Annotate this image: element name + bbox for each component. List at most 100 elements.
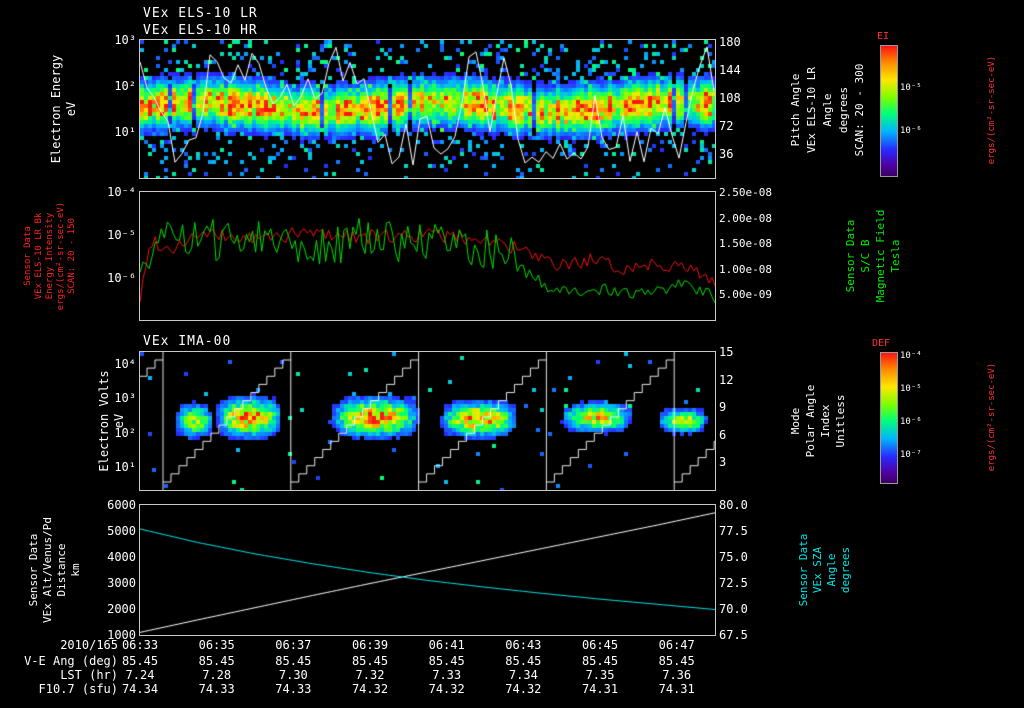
els-panel-frame — [139, 39, 716, 179]
els-left-tick: 10³ — [114, 33, 136, 48]
panel1-title-line1: VEx ELS-10 LR — [143, 6, 258, 21]
table-cell: 7.28 — [202, 668, 232, 682]
alt-left-tick: 6000 — [107, 498, 136, 513]
els-right-axis-label: VEx ELS-10 LR — [805, 66, 818, 154]
panel1-title-line2: VEx ELS-10 HR — [143, 23, 258, 38]
bfield-panel-frame — [139, 191, 716, 321]
def-colorbar — [880, 352, 898, 484]
alt-left-tick: 5000 — [107, 524, 136, 539]
bfield-right-tick: 2.50e-08 — [719, 185, 772, 199]
def-colorbar-unit: ergs/(cm²-sr-sec-eV) — [987, 362, 997, 472]
table-row-label: F10.7 (sfu) — [38, 682, 118, 696]
els-right-axis-label: degrees — [837, 86, 850, 134]
table-cell: 85.45 — [121, 654, 159, 668]
els-left-axis-label: Electron Energy — [49, 54, 63, 164]
ei-colorbar — [880, 45, 898, 177]
time-tick-label: 06:39 — [351, 638, 389, 652]
time-tick-label: 06:45 — [581, 638, 619, 652]
ei-colorbar-unit: ergs/(cm²-sr-sec-eV) — [987, 55, 997, 165]
table-cell: 74.31 — [658, 682, 695, 696]
ima-panel-frame — [139, 351, 716, 491]
alt-left-tick: 3000 — [107, 576, 136, 591]
els-right-tick: 180 — [719, 35, 741, 50]
table-cell: 74.33 — [275, 682, 312, 696]
time-tick-label: 06:43 — [505, 638, 542, 652]
table-cell: 7.36 — [662, 668, 692, 682]
table-cell: 74.32 — [505, 682, 542, 696]
bfield-right-tick: 2.00e-08 — [719, 211, 772, 225]
els-right-tick: 108 — [719, 91, 741, 106]
els-left-tick: 10¹ — [114, 125, 136, 140]
ima-right-tick: 6 — [719, 428, 727, 443]
table-cell: 85.45 — [505, 654, 542, 668]
table-cell: 85.45 — [581, 654, 619, 668]
table-cell: 85.45 — [198, 654, 235, 668]
ima-right-tick: 12 — [719, 373, 734, 388]
bfield-left-axis-label: SCAN: 20 - 150 — [67, 218, 77, 294]
ima-left-axis-label: eV — [112, 413, 126, 429]
ima-left-axis-label: Electron Volts — [97, 370, 111, 472]
tplot-window: VEx ELS-10 LR VEx ELS-10 HR VEx IMA-00 E… — [0, 0, 1024, 708]
bfield-left-axis-label: VEx ELS-10 LR Bk — [34, 212, 44, 300]
els-right-tick: 72 — [719, 119, 734, 134]
time-tick-label: 06:47 — [658, 638, 695, 652]
ei-colorbar-tick: 10⁻⁵ — [900, 83, 922, 93]
table-cell: 7.32 — [355, 668, 385, 682]
table-cell: 74.32 — [351, 682, 389, 696]
bfield-right-tick: 5.00e-09 — [719, 287, 772, 301]
ima-right-axis-label: Index — [819, 404, 832, 438]
sza-right-tick: 67.5 — [719, 628, 748, 643]
bfield-left-axis-label: Sensor Data — [23, 226, 33, 286]
table-cell: 7.35 — [585, 668, 615, 682]
ima-spectrogram-canvas — [140, 352, 715, 490]
sza-right-tick: 72.5 — [719, 576, 748, 591]
table-cell: 85.45 — [658, 654, 695, 668]
table-cell: 7.34 — [508, 668, 538, 682]
table-cell: 74.34 — [121, 682, 159, 696]
def-colorbar-title: DEF — [872, 338, 891, 349]
sza-right-tick: 77.5 — [719, 524, 748, 539]
trajectory-panel-frame — [139, 504, 716, 636]
alt-left-axis-label: Sensor Data — [27, 533, 40, 607]
bfield-right-axis-label: Sensor Data — [844, 219, 857, 293]
table-row-label: V-E Ang (deg) — [24, 654, 118, 668]
time-tick-label: 06:41 — [428, 638, 465, 652]
els-left-tick: 10² — [114, 79, 136, 94]
time-tick-label: 06:35 — [198, 638, 235, 652]
ei-colorbar-tick: 10⁻⁶ — [900, 126, 922, 136]
els-right-axis-label: Angle — [821, 93, 834, 127]
sza-right-axis-label: Sensor Data — [797, 533, 810, 607]
trajectory-lines-canvas — [140, 505, 715, 635]
bfield-right-axis-label: S/C B — [859, 239, 872, 273]
table-cell: 85.45 — [275, 654, 312, 668]
table-cell: 74.33 — [198, 682, 235, 696]
bfield-right-tick: 1.50e-08 — [719, 236, 772, 250]
sza-right-axis-label: Angle — [825, 553, 838, 587]
date-label: 2010/165 — [60, 638, 118, 652]
def-colorbar-tick: 10⁻⁵ — [900, 384, 922, 394]
bfield-left-axis-label: Energy Intensity — [45, 212, 55, 300]
ima-right-axis-label: Unitless — [834, 394, 847, 448]
ima-right-tick: 15 — [719, 345, 734, 360]
alt-left-axis-label: VEx Alt/Venus/Pd — [41, 517, 54, 623]
bfield-left-axis-label: ergs/(cm²-sr-sec-eV) — [56, 201, 66, 311]
table-cell: 74.32 — [428, 682, 465, 696]
sza-right-axis-label: VEx SZA — [811, 546, 824, 594]
bfield-right-axis-label: Magnetic Field — [874, 209, 887, 303]
alt-left-tick: 2000 — [107, 602, 136, 617]
bfield-lines-canvas — [140, 192, 715, 320]
alt-left-axis-label: km — [69, 563, 82, 577]
bfield-left-tick: 10⁻⁴ — [107, 185, 136, 200]
sza-right-axis-label: degrees — [839, 546, 852, 594]
els-spectrogram-canvas — [140, 40, 715, 178]
els-right-tick: 144 — [719, 63, 741, 78]
table-cell: 7.24 — [125, 668, 155, 682]
def-colorbar-tick: 10⁻⁷ — [900, 450, 922, 460]
sza-right-tick: 75.0 — [719, 550, 748, 565]
els-right-axis-label: SCAN: 20 - 300 — [853, 63, 866, 157]
ima-right-tick: 9 — [719, 400, 727, 415]
alt-left-axis-label: Distance — [55, 543, 68, 597]
bfield-right-tick: 1.00e-08 — [719, 262, 772, 276]
alt-left-tick: 4000 — [107, 550, 136, 565]
table-row-label: LST (hr) — [60, 668, 118, 682]
